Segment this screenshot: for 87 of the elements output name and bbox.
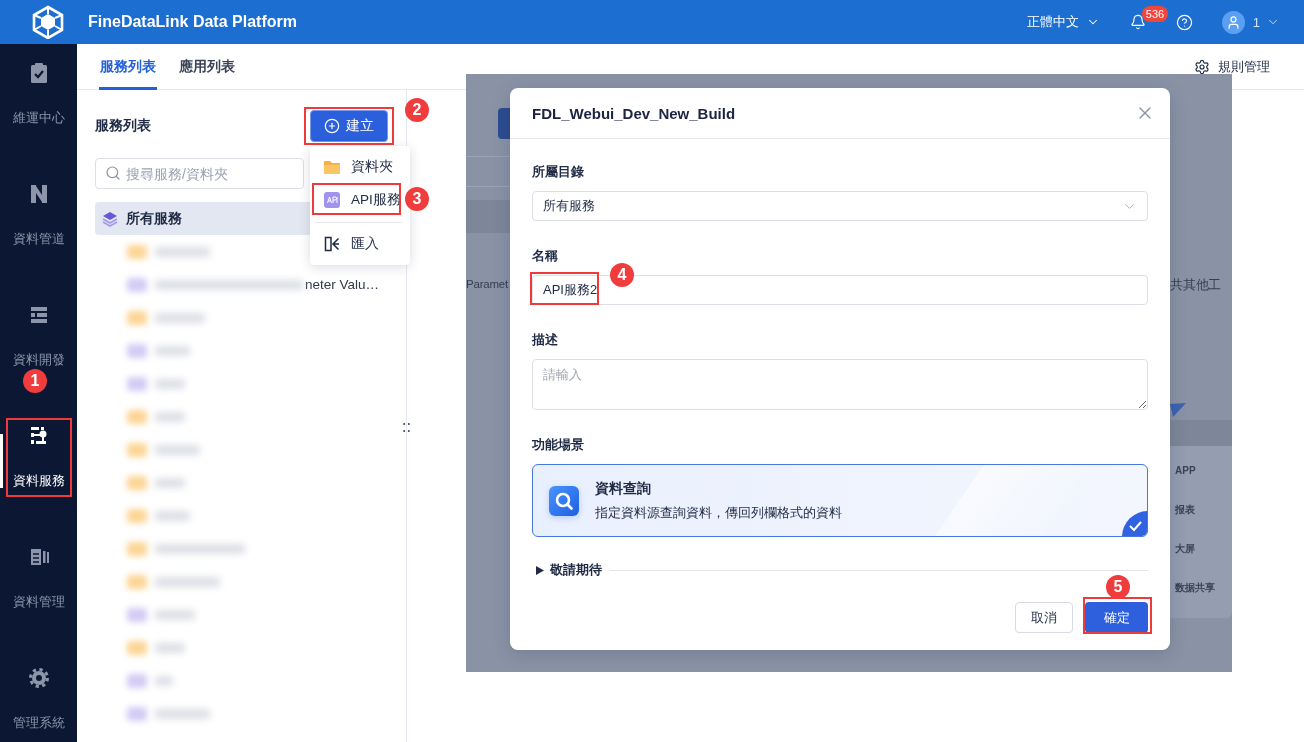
field-label: 功能場景: [532, 436, 585, 454]
magnifier-icon: [549, 485, 579, 516]
settings-icon: [27, 667, 50, 689]
confirm-button[interactable]: 確定: [1085, 602, 1148, 633]
step-badge: 4: [610, 263, 634, 287]
dialog-title: FDL_Webui_Dev_New_Build: [532, 104, 736, 122]
blurred-icon: [127, 475, 147, 490]
blurred-text: [155, 708, 210, 719]
blurred-text: [155, 609, 195, 620]
blurred-icon: [127, 277, 147, 292]
triangle-icon: [1170, 403, 1186, 417]
dropdown-select[interactable]: 所有服務: [532, 191, 1148, 221]
cancel-button[interactable]: 取消: [1015, 602, 1073, 633]
menu-item[interactable]: 資料夾: [310, 150, 410, 184]
side-list-item: 报表: [1175, 503, 1196, 517]
blurred-icon: [127, 343, 147, 358]
sidebar-item[interactable]: 資料管道: [0, 165, 77, 286]
side-list-item: 大屏: [1175, 542, 1196, 556]
side-list-item: 数据共享: [1175, 581, 1216, 595]
blurred-icon: [127, 673, 147, 688]
search-icon: [105, 165, 121, 181]
blurred-text: [155, 378, 185, 389]
button-fragment: [498, 108, 510, 139]
blurred-icon: [127, 442, 147, 457]
sidebar-item[interactable]: 管理系統: [0, 649, 77, 742]
blurred-icon: [127, 607, 147, 622]
blurred-icon: [127, 376, 147, 391]
app-title: FineDataLink Data Platform: [88, 13, 297, 31]
blurred-icon: [127, 640, 147, 655]
scenario-description: 指定資料源查詢資料，傳回列欄格式的資料: [595, 503, 842, 522]
blurred-icon: [127, 508, 147, 523]
field-label: 名稱: [532, 247, 559, 265]
dimmed-text: Paramet: [466, 277, 510, 292]
api-tile-icon: [324, 192, 340, 208]
blurred-text: [155, 675, 173, 686]
sidebar-item[interactable]: 資料管理: [0, 528, 77, 649]
layers-icon: [102, 210, 118, 227]
blurred-text: [155, 510, 190, 521]
step-badge: 5: [1106, 575, 1130, 599]
blurred-text: [155, 576, 220, 587]
field-label: 所屬目錄: [532, 163, 585, 181]
step-badge: 2: [405, 97, 429, 122]
tab[interactable]: 應用列表: [178, 44, 236, 90]
blurred-text: [155, 345, 190, 356]
sidebar-item[interactable]: 維運中心: [0, 44, 77, 165]
blurred-text: [155, 477, 185, 488]
highlight-frame: [1083, 597, 1152, 634]
bell-icon[interactable]: [1129, 14, 1146, 30]
panel-title: 服務列表: [95, 116, 151, 135]
notification-badge: 536: [1141, 6, 1169, 22]
create-button[interactable]: 建立: [310, 109, 388, 142]
scenario-title: 資料查詢: [595, 479, 652, 498]
blurred-text: [155, 246, 210, 257]
highlight-frame: [530, 272, 599, 305]
sidebar-item[interactable]: 資料服務: [0, 407, 77, 528]
blurred-icon: [127, 310, 147, 325]
step-badge: 1: [23, 369, 47, 393]
side-list-item: APP: [1175, 464, 1197, 478]
tree-item-label: neter Valu…: [305, 277, 380, 292]
field-label: 描述: [532, 331, 559, 349]
blurred-text: [155, 312, 205, 323]
drag-handle-icon[interactable]: [403, 422, 410, 433]
plus-circle-icon: [324, 117, 340, 134]
step-badge: 3: [405, 186, 429, 211]
blurred-text: [155, 444, 200, 455]
folder-icon: [324, 160, 340, 174]
settings-icon: [1194, 58, 1210, 75]
avatar-icon[interactable]: [1221, 10, 1245, 34]
blurred-text: [155, 642, 185, 653]
import-icon: [324, 236, 340, 252]
scenario-card[interactable]: 資料查詢 指定資料源查詢資料，傳回列欄格式的資料: [532, 464, 1148, 537]
blurred-text: [155, 411, 185, 422]
logo-icon: [31, 5, 65, 39]
dimmed-text: 共其他工: [1170, 277, 1223, 293]
section-toggle[interactable]: 敬請期待: [532, 561, 602, 579]
tab[interactable]: 服務列表: [99, 44, 157, 90]
search-field[interactable]: 搜尋服務/資料夾: [95, 158, 304, 189]
account-name[interactable]: 1: [1252, 14, 1260, 30]
blurred-icon: [127, 244, 147, 259]
blurred-icon: [127, 541, 147, 556]
language-button[interactable]: 正體中文: [1026, 13, 1100, 31]
rules-link[interactable]: 規則管理: [1194, 57, 1270, 76]
blurred-icon: [127, 409, 147, 424]
text-area[interactable]: 請輸入: [532, 359, 1148, 410]
blurred-icon: [127, 574, 147, 589]
help-icon[interactable]: [1175, 13, 1193, 31]
blurred-icon: [127, 706, 147, 721]
